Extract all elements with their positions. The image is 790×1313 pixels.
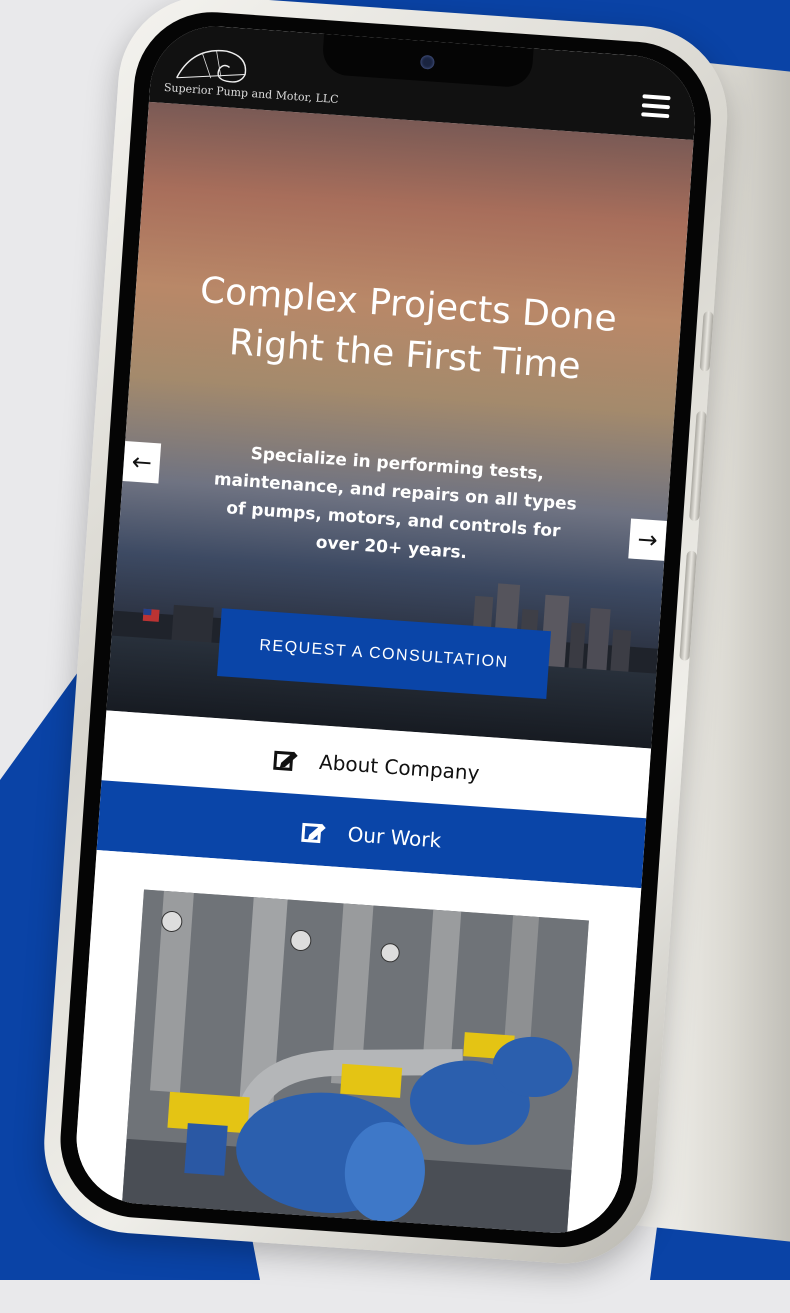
hero-title: Complex Projects Done Right the First Ti…: [161, 264, 653, 398]
prev-arrow-icon[interactable]: ←: [122, 441, 162, 484]
tab-about-label: About Company: [318, 749, 481, 786]
menu-bar: [641, 112, 670, 119]
hero-subtitle: Specialize in performing tests, maintena…: [178, 435, 611, 576]
our-work-section: [72, 850, 642, 1238]
phone-device: Superior Pump and Motor, LLC Complex Pro…: [0, 0, 784, 1313]
hamburger-menu-icon[interactable]: [641, 94, 671, 119]
menu-bar: [642, 94, 671, 101]
nautilus-logo-icon[interactable]: [170, 41, 253, 86]
edit-icon: [272, 750, 298, 771]
edit-icon: [301, 822, 326, 843]
phone-screen: Superior Pump and Motor, LLC Complex Pro…: [72, 22, 700, 1238]
hero-carousel: Complex Projects Done Right the First Ti…: [106, 101, 694, 749]
menu-bar: [641, 103, 670, 110]
pump-room-image: [121, 889, 589, 1238]
tab-work-label: Our Work: [346, 822, 442, 853]
brand-name[interactable]: Superior Pump and Motor, LLC: [164, 81, 339, 106]
next-arrow-icon[interactable]: →: [628, 518, 667, 561]
